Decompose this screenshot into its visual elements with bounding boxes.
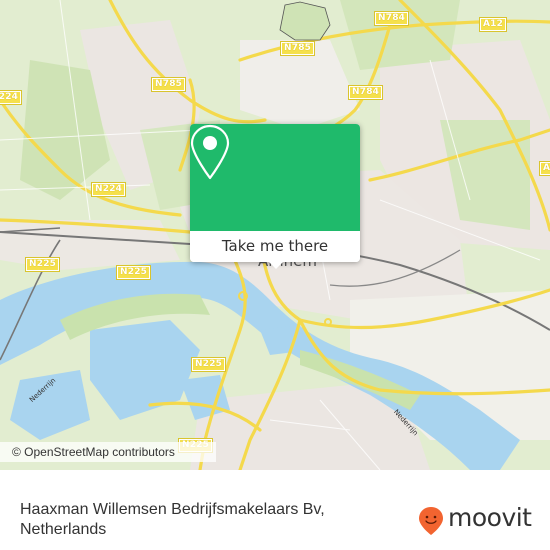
road-label-n785: N785 xyxy=(150,77,187,92)
popup-header xyxy=(190,124,360,231)
road-label-a: A xyxy=(538,161,550,176)
road-label-n785: N785 xyxy=(279,41,316,56)
place-name: Haaxman Willemsen Bedrijfsmakelaars Bv, … xyxy=(20,500,380,540)
road-label-n784: N784 xyxy=(373,11,410,26)
place-name-line1: Haaxman Willemsen Bedrijfsmakelaars Bv, xyxy=(20,501,325,518)
road-label-n224: N224 xyxy=(0,90,23,105)
road-label-n784: N784 xyxy=(347,85,384,100)
location-pin-icon xyxy=(190,124,230,180)
road-label-a12: A12 xyxy=(478,17,508,32)
road-label-n225: N225 xyxy=(24,257,61,272)
popup-pointer xyxy=(267,260,285,269)
moovit-wordmark: moovit xyxy=(448,503,532,532)
place-name-line2: Netherlands xyxy=(20,521,107,538)
moovit-smiley-pin-icon xyxy=(419,507,443,535)
map-view[interactable]: N785 N785 N784 N784 A12 N224 N224 N225 N… xyxy=(0,0,550,470)
map-attribution[interactable]: © OpenStreetMap contributors xyxy=(0,442,216,462)
location-popup[interactable]: Take me there xyxy=(190,124,360,269)
moovit-logo[interactable]: moovit xyxy=(418,502,533,538)
road-label-n224: N224 xyxy=(90,182,127,197)
road-label-n225: N225 xyxy=(190,357,227,372)
road-label-n225: N225 xyxy=(115,265,152,280)
take-me-there-button[interactable]: Take me there xyxy=(190,231,360,262)
